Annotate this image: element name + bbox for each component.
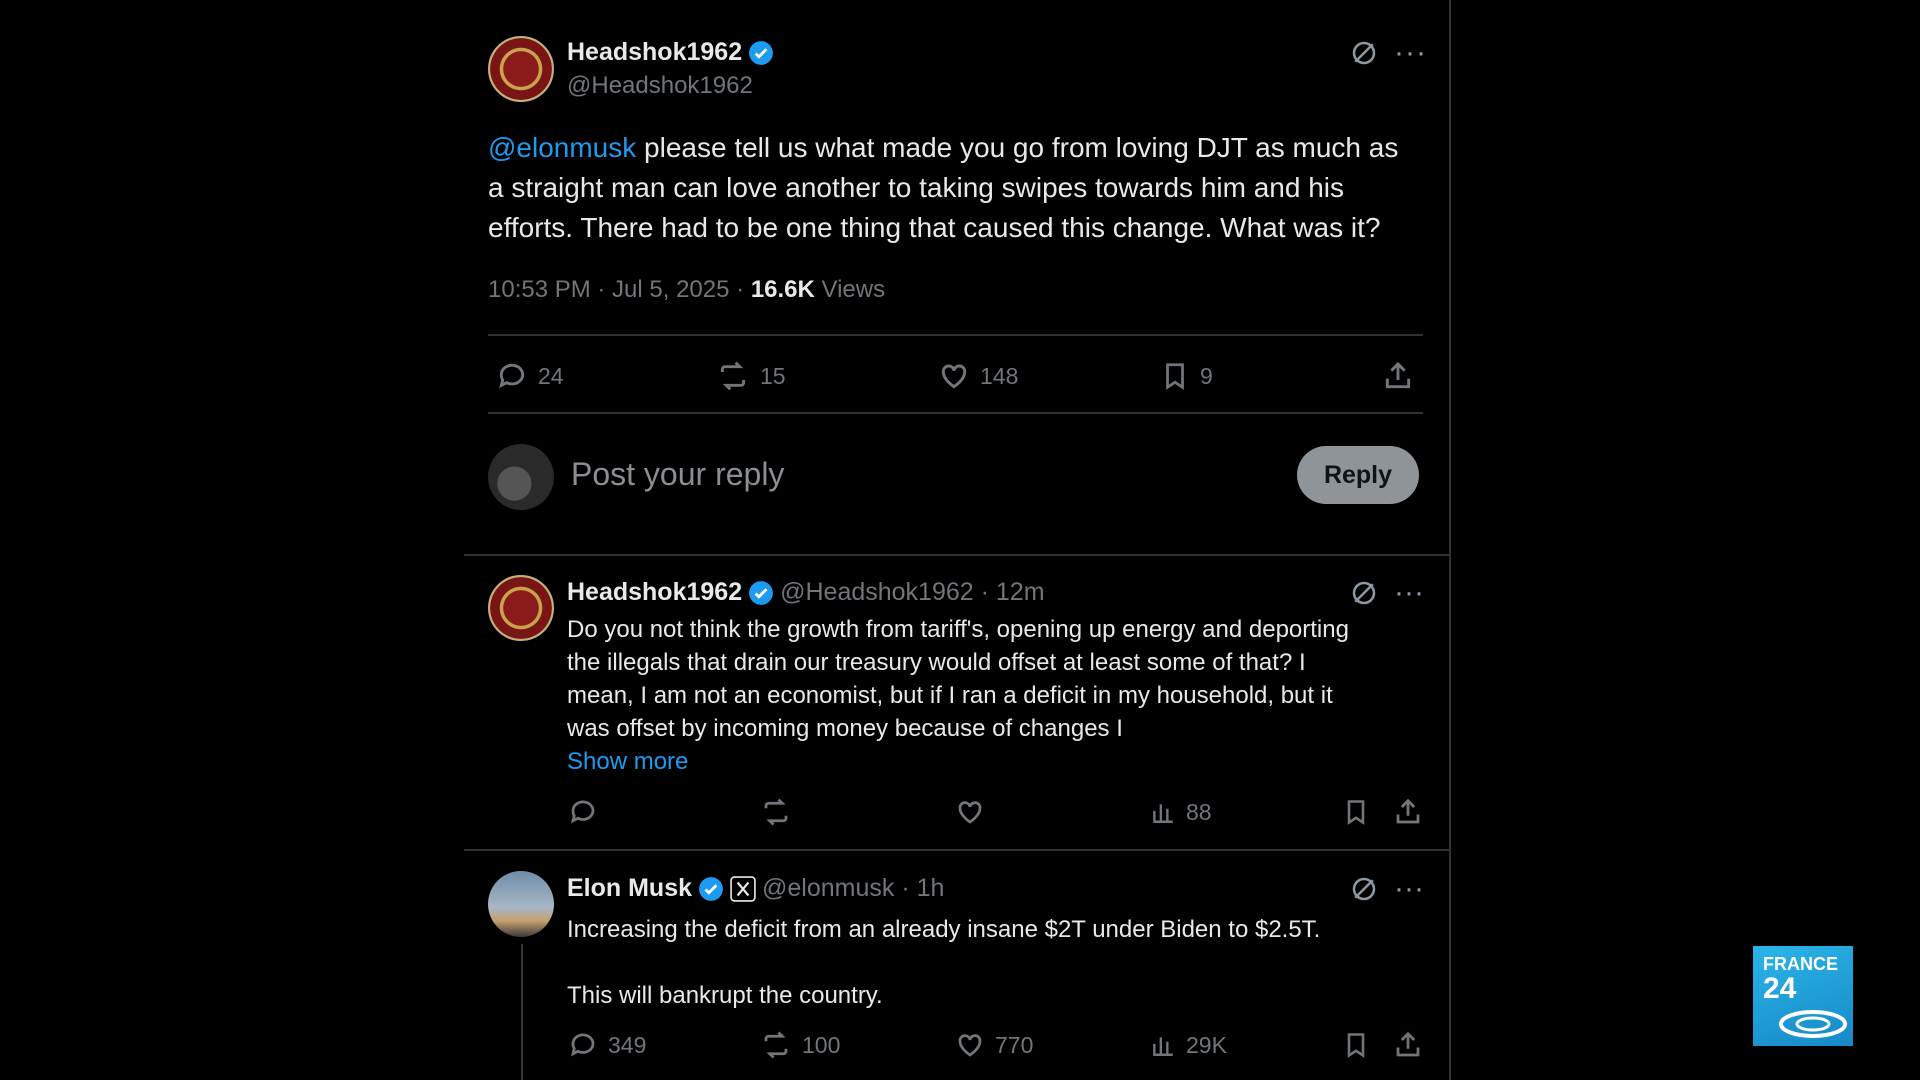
reply-action[interactable]: 24 bbox=[496, 360, 564, 392]
reply2-text: Increasing the deficit from an already i… bbox=[567, 913, 1427, 1012]
main-post-meta: 10:53 PM · Jul 5, 2025 · 16.6K Views bbox=[488, 276, 885, 304]
main-post-text-line: efforts. There had to be one thing that … bbox=[488, 212, 1381, 243]
reply2-repost-count: 100 bbox=[802, 1031, 841, 1058]
grok-icon[interactable] bbox=[1349, 578, 1379, 614]
reply1-handle-time[interactable]: @Headshok1962 · 12m bbox=[780, 578, 1044, 607]
reply2-display-name[interactable]: Elon Musk bbox=[567, 874, 692, 903]
repost-icon bbox=[764, 798, 788, 826]
heart-icon bbox=[958, 801, 982, 824]
bookmark-count: 9 bbox=[1200, 362, 1213, 389]
reply1-reply-action[interactable] bbox=[568, 797, 598, 827]
reply2-repost-action[interactable]: 100 bbox=[760, 1030, 840, 1060]
show-more-link[interactable]: Show more bbox=[567, 745, 1427, 778]
reply2-avatar[interactable] bbox=[488, 871, 554, 937]
heart-icon bbox=[941, 364, 967, 389]
reply-input[interactable]: Post your reply bbox=[571, 456, 784, 493]
reply-count: 24 bbox=[538, 362, 564, 389]
repost-action[interactable]: 15 bbox=[716, 360, 786, 392]
reply1-share-action[interactable] bbox=[1393, 797, 1423, 827]
grok-icon[interactable] bbox=[1349, 38, 1379, 74]
bookmark-icon bbox=[1347, 800, 1365, 825]
reply2-header: Elon Musk @elonmusk · 1h bbox=[567, 874, 944, 903]
logo-swirl-icon bbox=[1779, 1010, 1847, 1038]
like-count: 148 bbox=[980, 362, 1019, 389]
repost-icon bbox=[764, 1031, 788, 1059]
reply1-repost-action[interactable] bbox=[760, 797, 792, 827]
main-post-avatar[interactable] bbox=[488, 36, 554, 102]
timestamp[interactable]: 10:53 PM · Jul 5, 2025 · bbox=[488, 276, 751, 303]
reply1-header: Headshok1962 @Headshok1962 · 12m bbox=[567, 578, 1045, 607]
divider bbox=[464, 849, 1449, 851]
analytics-icon bbox=[1153, 804, 1173, 823]
reply1-text-line: was offset by incoming money because of … bbox=[567, 715, 1123, 742]
more-options-icon[interactable]: ··· bbox=[1394, 576, 1424, 610]
reply1-text-line: the illegals that drain our treasury wou… bbox=[567, 649, 1306, 676]
logo-text-24: 24 bbox=[1763, 972, 1797, 1005]
stage: Headshok1962 @Headshok1962 ··· @elonmusk… bbox=[0, 0, 1920, 1080]
divider bbox=[488, 412, 1423, 414]
reply2-views-action[interactable]: 29K bbox=[1150, 1030, 1227, 1060]
reply-button[interactable]: Reply bbox=[1297, 446, 1419, 504]
heart-icon bbox=[958, 1034, 982, 1057]
reply2-like-action[interactable]: 770 bbox=[955, 1030, 1033, 1060]
reply-icon bbox=[570, 800, 595, 824]
reply-icon bbox=[499, 363, 525, 389]
share-icon bbox=[1396, 798, 1420, 824]
reply-icon bbox=[570, 1033, 595, 1057]
more-options-icon[interactable]: ··· bbox=[1394, 36, 1427, 70]
france24-logo: FRANCE 24 bbox=[1753, 946, 1853, 1046]
reply2-share-action[interactable] bbox=[1393, 1030, 1423, 1060]
views-label: Views bbox=[814, 276, 886, 303]
reply1-views-count: 88 bbox=[1186, 798, 1212, 825]
thread-line bbox=[521, 944, 523, 1080]
analytics-icon bbox=[1153, 1037, 1173, 1056]
main-post-author: Headshok1962 bbox=[567, 38, 774, 67]
reply1-display-name[interactable]: Headshok1962 bbox=[567, 578, 742, 607]
reply2-text-line: This will bankrupt the country. bbox=[567, 982, 883, 1009]
reply1-text-line: mean, I am not an economist, but if I ra… bbox=[567, 682, 1333, 709]
reply2-handle-time[interactable]: @elonmusk · 1h bbox=[762, 874, 944, 903]
reply1-text: Do you not think the growth from tariff'… bbox=[567, 613, 1427, 778]
bookmark-action[interactable]: 9 bbox=[1160, 360, 1213, 392]
main-post-text-line: please tell us what made you go from lov… bbox=[636, 132, 1399, 163]
reply2-views-count: 29K bbox=[1186, 1031, 1227, 1058]
x-affiliate-icon bbox=[730, 875, 756, 902]
user-avatar[interactable] bbox=[488, 444, 554, 510]
reply1-text-line: Do you not think the growth from tariff'… bbox=[567, 616, 1349, 643]
bookmark-icon bbox=[1166, 363, 1184, 390]
reply2-text-line: Increasing the deficit from an already i… bbox=[567, 916, 1321, 943]
verified-badge-icon bbox=[699, 876, 723, 901]
views-count: 16.6K bbox=[750, 276, 815, 303]
reply1-avatar[interactable] bbox=[488, 575, 554, 641]
verified-badge-icon bbox=[749, 40, 774, 65]
main-post-display-name[interactable]: Headshok1962 bbox=[567, 38, 742, 67]
main-post-handle[interactable]: @Headshok1962 bbox=[567, 72, 753, 100]
share-action[interactable] bbox=[1382, 360, 1414, 392]
main-post-text-line: a straight man can love another to takin… bbox=[488, 172, 1345, 203]
reply2-bookmark-action[interactable] bbox=[1342, 1030, 1370, 1060]
main-post-text: @elonmusk please tell us what made you g… bbox=[488, 128, 1448, 248]
share-icon bbox=[1396, 1031, 1420, 1057]
share-icon bbox=[1385, 361, 1411, 389]
grok-icon[interactable] bbox=[1349, 874, 1379, 910]
repost-icon bbox=[720, 361, 746, 391]
reply1-bookmark-action[interactable] bbox=[1342, 797, 1370, 827]
reply1-views-action[interactable]: 88 bbox=[1150, 797, 1212, 827]
like-action[interactable]: 148 bbox=[938, 360, 1018, 392]
verified-badge-icon bbox=[749, 580, 774, 605]
more-options-icon[interactable]: ··· bbox=[1394, 872, 1424, 906]
reply2-reply-action[interactable]: 349 bbox=[568, 1030, 646, 1060]
mention-link[interactable]: @elonmusk bbox=[488, 132, 636, 163]
repost-count: 15 bbox=[760, 362, 786, 389]
reply2-like-count: 770 bbox=[995, 1031, 1034, 1058]
divider bbox=[488, 334, 1423, 336]
bookmark-icon bbox=[1347, 1033, 1365, 1058]
reply2-reply-count: 349 bbox=[608, 1031, 647, 1058]
reply1-like-action[interactable] bbox=[955, 797, 985, 827]
divider bbox=[464, 554, 1449, 556]
